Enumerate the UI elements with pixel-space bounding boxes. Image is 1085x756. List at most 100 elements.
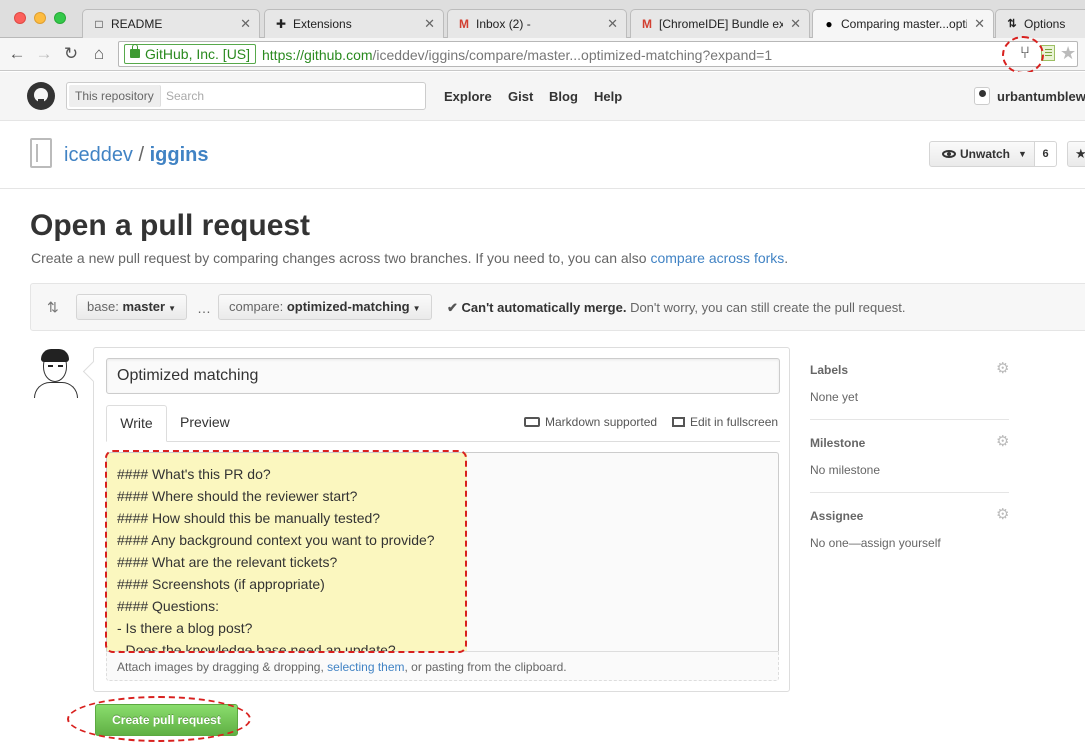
reload-icon[interactable]: ↻ (60, 42, 82, 66)
nav-blog[interactable]: Blog (549, 89, 578, 104)
selecting-them-link[interactable]: selecting them (327, 660, 404, 674)
annotation-box-template (105, 450, 467, 653)
repo-separator: / (138, 144, 145, 166)
description-text: Create a new pull request by comparing c… (31, 250, 651, 266)
chevron-down-icon: ▼ (412, 304, 421, 313)
tab-write[interactable]: Write (106, 405, 167, 442)
github-logo-icon[interactable] (27, 82, 55, 110)
attach-text: Attach images by dragging & dropping, (117, 660, 328, 674)
close-tab-icon[interactable]: ✕ (790, 16, 801, 31)
tab-title: Inbox (2) - (476, 17, 531, 31)
nav-help[interactable]: Help (594, 89, 622, 104)
merge-status-text: Don't worry, you can still create the pu… (626, 300, 906, 315)
milestone-heading: Milestone (810, 436, 866, 450)
close-tab-icon[interactable]: ✕ (424, 16, 435, 31)
username-link[interactable]: urbantumblew (997, 89, 1085, 104)
tab-title: Extensions (293, 17, 352, 31)
eye-icon (942, 150, 956, 158)
gear-icon[interactable]: ⚙ (996, 507, 1009, 523)
chevron-down-icon: ▼ (168, 304, 176, 313)
page-description: Create a new pull request by comparing c… (31, 250, 788, 266)
markdown-hint-text: Markdown supported (545, 415, 658, 429)
compare-branch-select[interactable]: compare: optimized-matching ▼ (218, 294, 432, 320)
close-tab-icon[interactable]: ✕ (240, 16, 251, 31)
browser-tab-options[interactable]: ⇅ Options (995, 9, 1085, 38)
attach-images-bar[interactable]: Attach images by dragging & dropping, se… (106, 651, 779, 681)
markdown-icon (524, 417, 540, 427)
compare-label: compare: (229, 299, 284, 314)
annotation-circle-extension (1002, 36, 1044, 74)
repo-name-link[interactable]: iggins (150, 144, 209, 166)
base-label: base: (87, 299, 119, 314)
sidebar-divider (810, 492, 1009, 493)
fullscreen-icon (672, 417, 685, 427)
range-ellipsis: … (197, 300, 211, 316)
base-branch-select[interactable]: base: master ▼ (76, 294, 187, 320)
zoom-window-button[interactable] (54, 12, 66, 24)
browser-tab-chromeide[interactable]: M [ChromeIDE] Bundle exa ✕ (630, 9, 810, 38)
ev-certificate-badge[interactable]: GitHub, Inc. [US] (124, 44, 257, 64)
search-scope[interactable]: This repository (69, 85, 161, 107)
branch-range-bar: ⇅ base: master ▼ … compare: optimized-mat… (30, 283, 1085, 331)
compare-branch: optimized-matching (286, 299, 410, 314)
milestone-value: No milestone (810, 463, 881, 477)
star-button[interactable]: ★ (1067, 141, 1085, 167)
fullscreen-link[interactable]: Edit in fullscreen (672, 415, 778, 429)
author-avatar[interactable] (30, 346, 82, 398)
attach-end: , or pasting from the clipboard. (404, 660, 567, 674)
search-input[interactable]: Search (166, 89, 204, 103)
search-box[interactable]: This repository Search (66, 82, 426, 110)
annotation-oval-create (67, 696, 251, 742)
pr-title-input[interactable] (106, 358, 780, 394)
labels-value: None yet (810, 390, 859, 404)
repo-owner-link[interactable]: iceddev (64, 144, 133, 166)
browser-tab-extensions[interactable]: ✚ Extensions ✕ (264, 9, 444, 38)
repo-icon (30, 138, 52, 168)
puzzle-icon: ✚ (275, 17, 287, 31)
browser-tab-readme[interactable]: □ README ✕ (82, 9, 260, 38)
lock-icon (130, 44, 140, 58)
url-text[interactable]: https://github.com/iceddev/iggins/compar… (262, 46, 772, 64)
forward-arrow-icon[interactable]: → (33, 42, 55, 66)
chevron-down-icon: ▼ (1018, 149, 1027, 159)
browser-tab-strip: □ README ✕ ✚ Extensions ✕ M Inbox (2) - … (0, 0, 1085, 39)
nav-gist[interactable]: Gist (508, 89, 533, 104)
sidebar-divider (810, 419, 1009, 420)
gmail-icon: M (642, 17, 652, 31)
browser-tab-inbox[interactable]: M Inbox (2) - ✕ (447, 9, 627, 38)
markdown-supported-link[interactable]: Markdown supported (524, 415, 657, 429)
check-icon: ✔ (447, 300, 458, 315)
address-bar[interactable]: GitHub, Inc. [US] https://github.com/ice… (118, 41, 1078, 67)
minimize-window-button[interactable] (34, 12, 46, 24)
home-icon[interactable]: ⌂ (88, 42, 110, 66)
compare-across-forks-link[interactable]: compare across forks (650, 250, 784, 266)
assignee-value[interactable]: No one—assign yourself (810, 536, 941, 550)
url-scheme: https:// (262, 47, 305, 63)
compare-arrows-icon[interactable]: ⇅ (47, 299, 59, 316)
assignee-heading: Assignee (810, 509, 864, 523)
url-path: /iceddev/iggins/compare/master...optimiz… (372, 47, 773, 63)
gear-icon[interactable]: ⚙ (996, 434, 1009, 450)
page-title: Open a pull request (30, 209, 311, 242)
watch-count[interactable]: 6 (1034, 141, 1057, 167)
tab-title: README (111, 17, 163, 31)
back-arrow-icon[interactable]: ← (6, 42, 28, 66)
close-tab-icon[interactable]: ✕ (607, 16, 618, 31)
gmail-icon: M (459, 17, 469, 31)
gear-icon[interactable]: ⚙ (996, 361, 1009, 377)
github-icon: ● (825, 17, 833, 31)
labels-heading: Labels (810, 363, 849, 377)
bookmark-star-icon[interactable]: ★ (1060, 42, 1076, 64)
repo-title: iceddev / iggins (64, 144, 209, 167)
nav-explore[interactable]: Explore (444, 89, 492, 104)
merge-status: ✔ Can't automatically merge. Don't worry… (447, 300, 905, 316)
unwatch-button[interactable]: Unwatch ▼ (929, 141, 1035, 167)
tab-title: [ChromeIDE] Bundle exa (659, 17, 783, 31)
close-window-button[interactable] (14, 12, 26, 24)
fullscreen-hint-text: Edit in fullscreen (690, 415, 779, 429)
tab-preview[interactable]: Preview (180, 414, 230, 430)
user-avatar[interactable] (974, 87, 990, 105)
browser-toolbar: ← → ↻ ⌂ GitHub, Inc. [US] https://github… (0, 38, 1085, 71)
browser-tab-comparing[interactable]: ● Comparing master...opti ✕ (812, 9, 994, 39)
close-tab-icon[interactable]: ✕ (974, 16, 985, 31)
